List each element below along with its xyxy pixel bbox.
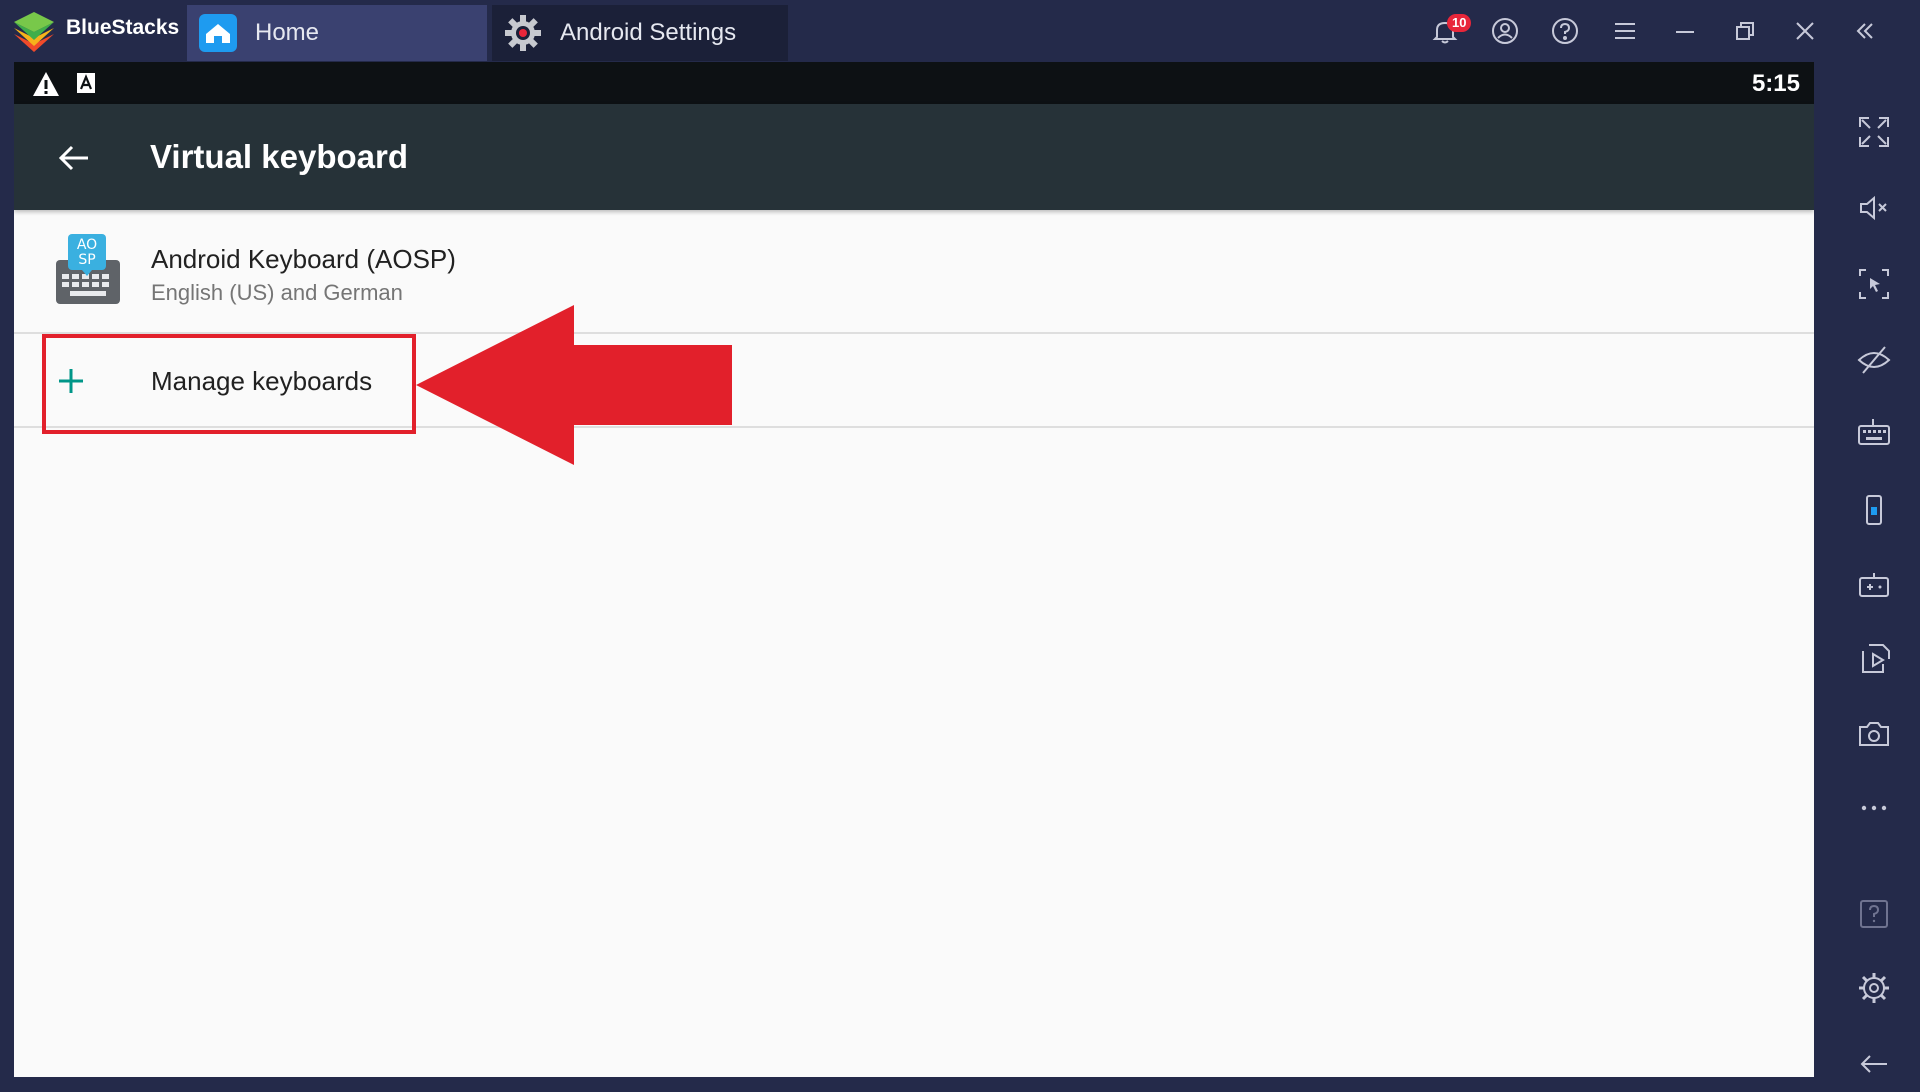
- notification-badge: 10: [1447, 14, 1472, 32]
- hamburger-menu-icon: [1615, 23, 1635, 39]
- gamepad-button[interactable]: [1828, 556, 1920, 612]
- fullscreen-button[interactable]: [1828, 104, 1920, 160]
- phone-rotate-button[interactable]: [1828, 482, 1920, 538]
- brand: BlueStacks: [10, 8, 179, 54]
- android-status-bar: 5:15: [14, 62, 1814, 104]
- title-bar: BlueStacks Home Android Settings 10: [0, 0, 1920, 62]
- pointer-lock-icon: [1859, 269, 1889, 299]
- keyboard-a-icon: [77, 73, 95, 93]
- back-arrow-icon[interactable]: [54, 138, 94, 178]
- help-button[interactable]: [1535, 8, 1595, 54]
- phone-rotate-icon: [1866, 495, 1882, 525]
- volume-mute-icon: [1860, 195, 1887, 221]
- close-button[interactable]: [1775, 8, 1835, 54]
- keyboard-subtitle: English (US) and German: [151, 280, 403, 305]
- tab-android-settings[interactable]: Android Settings: [492, 5, 788, 61]
- help-button[interactable]: [1828, 886, 1920, 942]
- pointer-lock-button[interactable]: [1828, 256, 1920, 312]
- menu-button[interactable]: [1595, 8, 1655, 54]
- keyboard-button[interactable]: [1828, 406, 1920, 462]
- tab-home-label: Home: [255, 19, 320, 46]
- title-bar-controls: 10: [1415, 8, 1895, 54]
- camera-button[interactable]: [1828, 706, 1920, 762]
- page-title: Virtual keyboard: [150, 138, 408, 175]
- minimize-icon: [1676, 31, 1694, 33]
- restore-window-icon: [1736, 22, 1754, 40]
- minimize-button[interactable]: [1655, 8, 1715, 54]
- aosp-icon-text-1: AO: [77, 237, 97, 253]
- notifications-button[interactable]: 10: [1415, 8, 1475, 54]
- tab-android-settings-label: Android Settings: [560, 19, 737, 46]
- tab-home[interactable]: Home: [187, 5, 487, 61]
- eye-off-icon: [1857, 346, 1891, 374]
- gamepad-icon: [1859, 573, 1889, 597]
- account-icon: [1492, 18, 1518, 44]
- annotation-arrow: [416, 305, 732, 465]
- more-icon: [1861, 805, 1887, 811]
- question-circle-icon: [1552, 18, 1578, 44]
- close-icon: [1796, 22, 1814, 40]
- android-screen: 5:15 Virtual keyboard AO SP Android Keyb…: [14, 62, 1814, 1077]
- more-button[interactable]: [1828, 780, 1920, 836]
- right-sidebar: [1828, 62, 1920, 1077]
- home-icon: [197, 12, 239, 54]
- settings-icon: [1859, 973, 1889, 1003]
- help-icon: [1860, 900, 1888, 928]
- fullscreen-icon: [1859, 117, 1889, 147]
- status-time: 5:15: [1751, 70, 1800, 97]
- annotation-highlight-box: [42, 334, 416, 434]
- list-item-android-keyboard[interactable]: AO SP Android Keyboard (AOSP) English (U…: [14, 210, 1814, 334]
- bluestacks-logo-icon: [14, 12, 54, 52]
- back-icon: [1860, 1055, 1887, 1073]
- app-name: BlueStacks: [66, 16, 180, 39]
- aosp-icon-text-2: SP: [78, 252, 95, 268]
- collapse-sidebar-button[interactable]: [1835, 8, 1895, 54]
- app-bar: Virtual keyboard: [14, 104, 1814, 210]
- camera-icon: [1859, 722, 1889, 746]
- media-import-button[interactable]: [1828, 630, 1920, 686]
- keyboard-icon: [1858, 419, 1890, 445]
- restore-button[interactable]: [1715, 8, 1775, 54]
- warning-icon: [33, 72, 59, 96]
- volume-mute-button[interactable]: [1828, 180, 1920, 236]
- eye-off-button[interactable]: [1828, 332, 1920, 388]
- media-import-icon: [1862, 644, 1890, 673]
- gear-icon: [502, 12, 544, 54]
- settings-button[interactable]: [1828, 960, 1920, 1016]
- account-button[interactable]: [1475, 8, 1535, 54]
- double-chevron-left-icon: [1856, 23, 1873, 39]
- keyboard-title: Android Keyboard (AOSP): [151, 244, 456, 274]
- aosp-keyboard-icon: AO SP: [56, 234, 120, 304]
- back-button[interactable]: [1828, 1036, 1920, 1092]
